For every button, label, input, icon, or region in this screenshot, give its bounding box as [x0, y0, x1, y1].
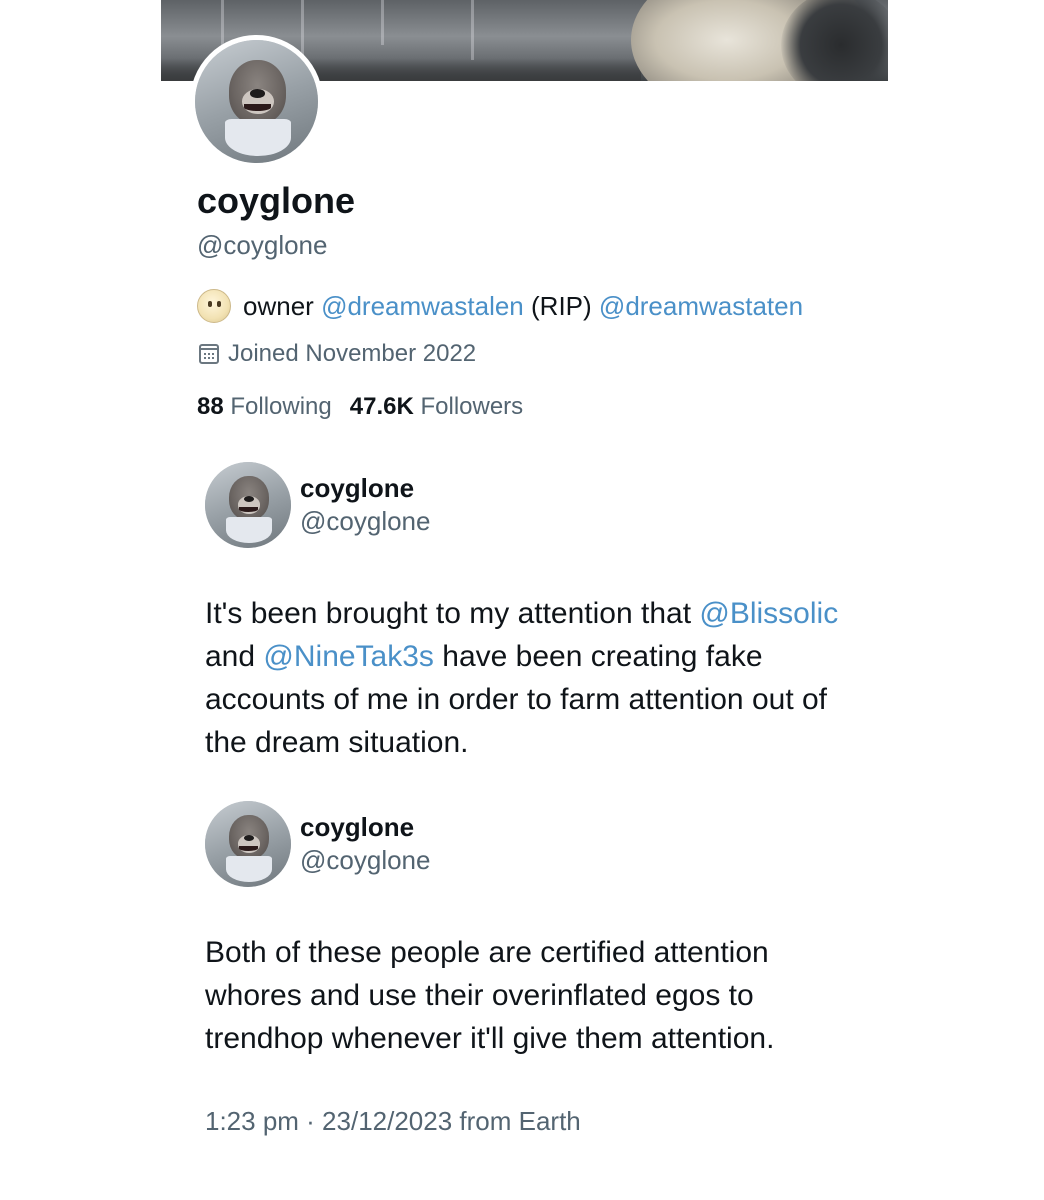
tweet-mention-link[interactable]: @Blissolic [699, 597, 838, 630]
following-count: 88 [197, 393, 224, 420]
tweet-avatar[interactable] [205, 462, 291, 548]
bio-mention-link[interactable]: @dreamwastaten [599, 288, 803, 324]
banner-detail [471, 0, 474, 60]
follow-stats: 88 Following 47.6K Followers [197, 390, 523, 424]
calendar-icon [199, 344, 219, 364]
tweet-author-handle: @coyglone [300, 506, 431, 536]
tweet-author-name: coyglone [300, 473, 415, 503]
banner-detail [781, 0, 888, 81]
tweet-author-name: coyglone [300, 812, 415, 842]
followers-label: Followers [420, 393, 524, 420]
followers-link[interactable]: 47.6K Followers [350, 390, 523, 424]
tweet-author[interactable]: coyglone @coyglone [300, 811, 430, 877]
tweet-text: Both of these people are certified atten… [205, 936, 775, 1055]
following-link[interactable]: 88 Following [197, 390, 332, 424]
face-emoji-icon [197, 289, 231, 323]
joined-text: Joined November 2022 [228, 340, 477, 367]
tweet-avatar[interactable] [205, 801, 291, 887]
dog-photo [205, 801, 291, 887]
profile-display-name: coyglone [197, 180, 356, 221]
banner-detail [381, 0, 384, 45]
profile-handle: @coyglone [197, 230, 328, 260]
tweet-author-handle: @coyglone [300, 845, 431, 875]
tweet-timestamp[interactable]: 1:23 pm · 23/12/2023 from Earth [205, 1104, 581, 1138]
bio-text: owner [243, 291, 314, 321]
profile-bio: owner @dreamwastalen (RIP) @dreamwastate… [197, 288, 803, 324]
tweet-text: It's been brought to my attention that @… [205, 592, 865, 764]
tweet-author[interactable]: coyglone @coyglone [300, 472, 430, 538]
tweet-mention-link[interactable]: @NineTak3s [263, 640, 434, 673]
followers-count: 47.6K [349, 393, 414, 420]
tweet-text-segment: It's been brought to my attention that [205, 597, 692, 630]
tweet-text-segment: and [205, 640, 256, 673]
bio-text: (RIP) [531, 291, 592, 321]
following-label: Following [230, 393, 332, 420]
profile-avatar[interactable] [190, 35, 323, 168]
dog-photo [195, 40, 318, 163]
joined-date: Joined November 2022 [199, 337, 476, 371]
dog-photo [205, 462, 291, 548]
bio-mention-link[interactable]: @dreamwastalen [321, 288, 524, 324]
